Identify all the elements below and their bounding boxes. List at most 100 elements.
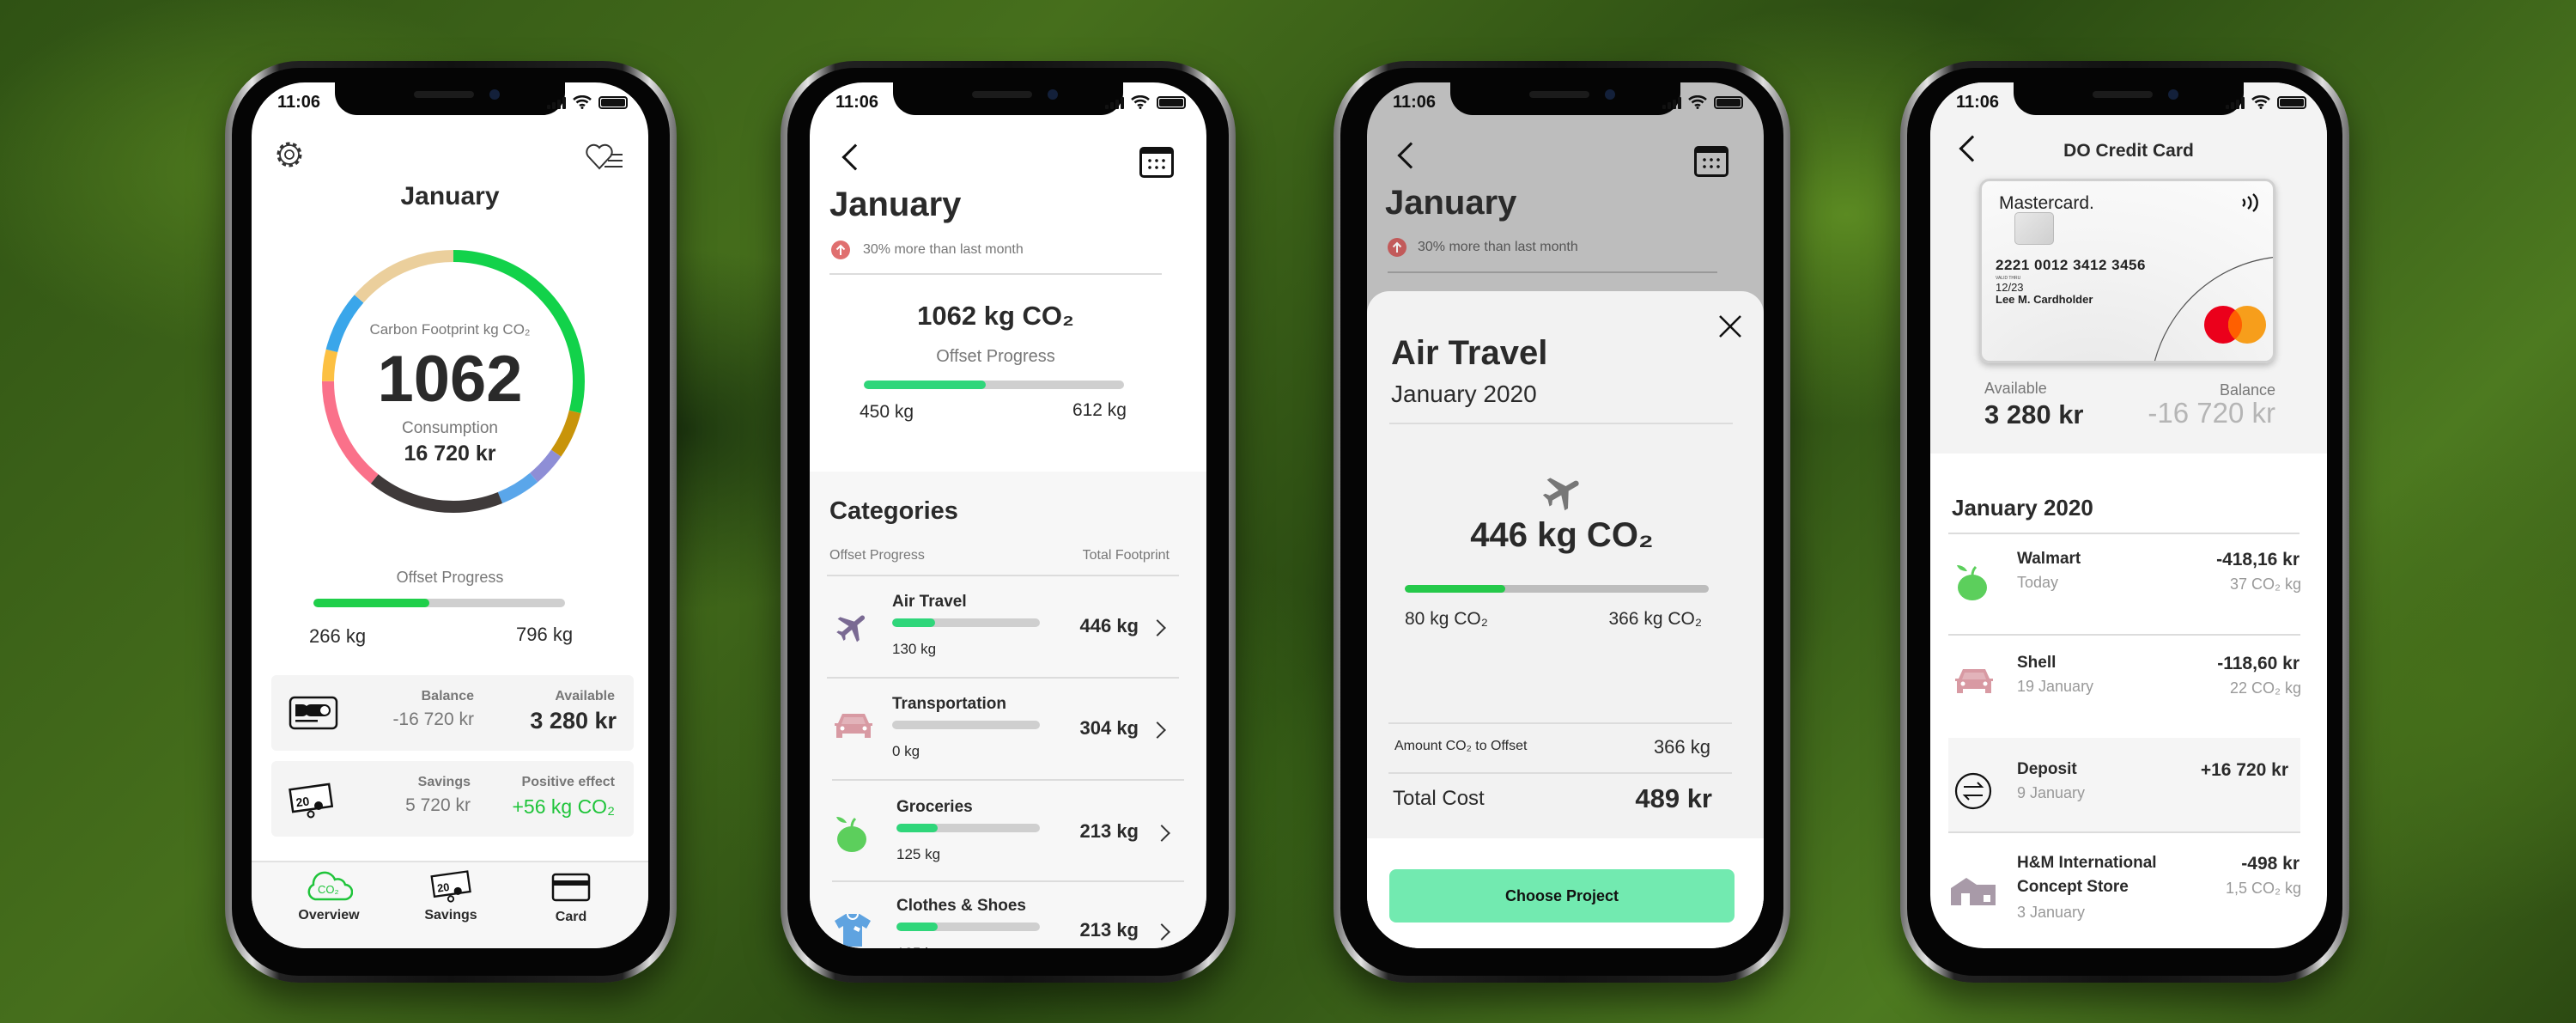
status-icons [1105,95,1186,109]
wifi-icon [1131,95,1150,109]
offset-amount-label: Amount CO₂ to Offset [1394,739,1528,753]
trend-text: 30% more than last month [863,242,1024,257]
co2-cloud-icon: CO₂ [307,871,354,901]
divider [829,273,1162,275]
card-summary-tile[interactable]: Balance -16 720 kr Available 3 280 kr [271,675,634,751]
category-name: Air Travel [892,593,967,611]
categories-screen: 11:06 January 30% more than last month 1… [810,82,1206,948]
positive-effect-value: +56 kg CO₂ [512,795,615,818]
available-label: Available [1984,380,2047,397]
airplane-icon [1542,478,1579,511]
choose-project-button[interactable]: Choose Project [1389,869,1735,923]
back-chevron-icon [1397,142,1425,169]
offset-left-value: 450 kg [860,402,914,422]
ring-label: Carbon Footprint kg CO₂ [369,321,531,338]
transfer-icon [1954,772,1992,814]
category-total: 213 kg [1079,820,1139,842]
trend-up-icon [831,241,850,259]
transactions-month: January 2020 [1952,495,2093,521]
offset-progress-bar [313,599,565,607]
col-offset-progress: Offset Progress [829,548,925,563]
phone-air-travel: 11:06 January 30% more than last month A… [1334,61,1790,983]
tab-label: Overview [298,908,360,923]
contactless-icon [2242,193,2258,212]
category-offset-fill [892,618,935,627]
offset-right-value: 796 kg [516,624,574,645]
total-cost-value: 489 kr [1635,783,1712,813]
mastercard-logo-icon [2204,306,2266,344]
category-total: 304 kg [1079,717,1139,739]
available-value: 3 280 kr [1984,399,2084,429]
transaction-date: 19 January [2017,678,2094,695]
savings-icon: 20 [430,870,471,903]
divider [1389,423,1733,424]
settings-gear-icon[interactable] [274,139,305,170]
offset-left-value: 266 kg [309,625,367,647]
battery-icon [2277,96,2306,109]
tab-card[interactable]: Card [511,873,631,925]
categories-title: Categories [829,497,958,525]
back-chevron-icon[interactable] [841,143,869,171]
credit-card[interactable]: Mastercard. 2221 0012 3412 3456 VALID TH… [1979,179,2275,363]
savings-value: 5 720 kr [405,795,471,815]
month-title: January [829,186,962,223]
tab-savings[interactable]: 20 Savings [391,868,511,923]
transaction-date: Today [2017,574,2059,591]
trend-up-icon [1388,238,1406,257]
phone-credit-card: 11:06 DO Credit Card Mastercard. 2221 00… [1900,61,2349,983]
notch [2014,82,2244,115]
battery-icon [598,96,628,109]
category-total: 213 kg [1079,919,1139,941]
signal-icon [547,97,566,109]
air-travel-modal: Air Travel January 2020 446 kg CO₂ 80 kg… [1367,291,1764,948]
category-offset-bar [892,721,1040,729]
merchant-name-line2: Concept Store [2017,878,2129,896]
battery-icon [1157,96,1186,109]
status-icons [1662,95,1743,109]
balance-label: Balance [421,689,474,703]
overview-screen: 11:06 January Carbon Footprint kg CO₂ 10… [252,82,648,948]
divider [1948,533,2300,534]
calendar-icon [1694,146,1728,177]
svg-text:CO₂: CO₂ [318,883,339,896]
modal-footer: Choose Project [1367,838,1764,948]
category-offset-fill [896,923,939,931]
transaction-date: 3 January [2017,904,2086,921]
air-travel-screen: 11:06 January 30% more than last month A… [1367,82,1764,948]
balance-value: -16 720 kr [2148,397,2275,429]
card-brand: Mastercard. [1999,193,2094,213]
status-time: 11:06 [835,93,879,112]
car-icon [834,710,873,746]
status-icons [547,95,628,109]
status-time: 11:06 [277,93,321,112]
air-offset-right: 366 kg CO₂ [1608,609,1702,629]
calendar-icon[interactable] [1139,147,1174,178]
notch [893,82,1123,115]
credit-card-screen: 11:06 DO Credit Card Mastercard. 2221 00… [1930,82,2327,948]
available-value: 3 280 kr [530,708,617,734]
battery-icon [1714,96,1743,109]
merchant-name: Shell [2017,654,2057,672]
category-offset-bar [892,618,1040,627]
apple-icon [1954,562,1990,606]
consumption-label: Consumption [402,419,498,437]
divider [832,779,1184,781]
notch [335,82,565,115]
transaction-amount: +16 720 kr [2200,760,2288,780]
divider [1388,271,1717,273]
close-icon[interactable] [1719,315,1741,338]
do-card-icon [289,696,338,730]
savings-summary-tile[interactable]: 20 Savings 5 720 kr Positive effect +56 … [271,761,634,837]
available-label: Available [555,689,615,703]
footprint-value: 1062 [377,343,523,416]
divider [1948,831,2300,833]
air-offset-bar [1405,585,1709,593]
offset-progress-bar [864,381,1124,389]
status-time: 11:06 [1956,93,2000,112]
offset-progress-fill [313,599,429,607]
tab-overview[interactable]: CO₂ Overview [269,869,389,923]
car-icon [1954,666,1994,701]
savings-label: Savings [417,775,471,789]
screen-title: DO Credit Card [2063,141,2194,161]
favorites-list-icon[interactable] [585,143,629,170]
